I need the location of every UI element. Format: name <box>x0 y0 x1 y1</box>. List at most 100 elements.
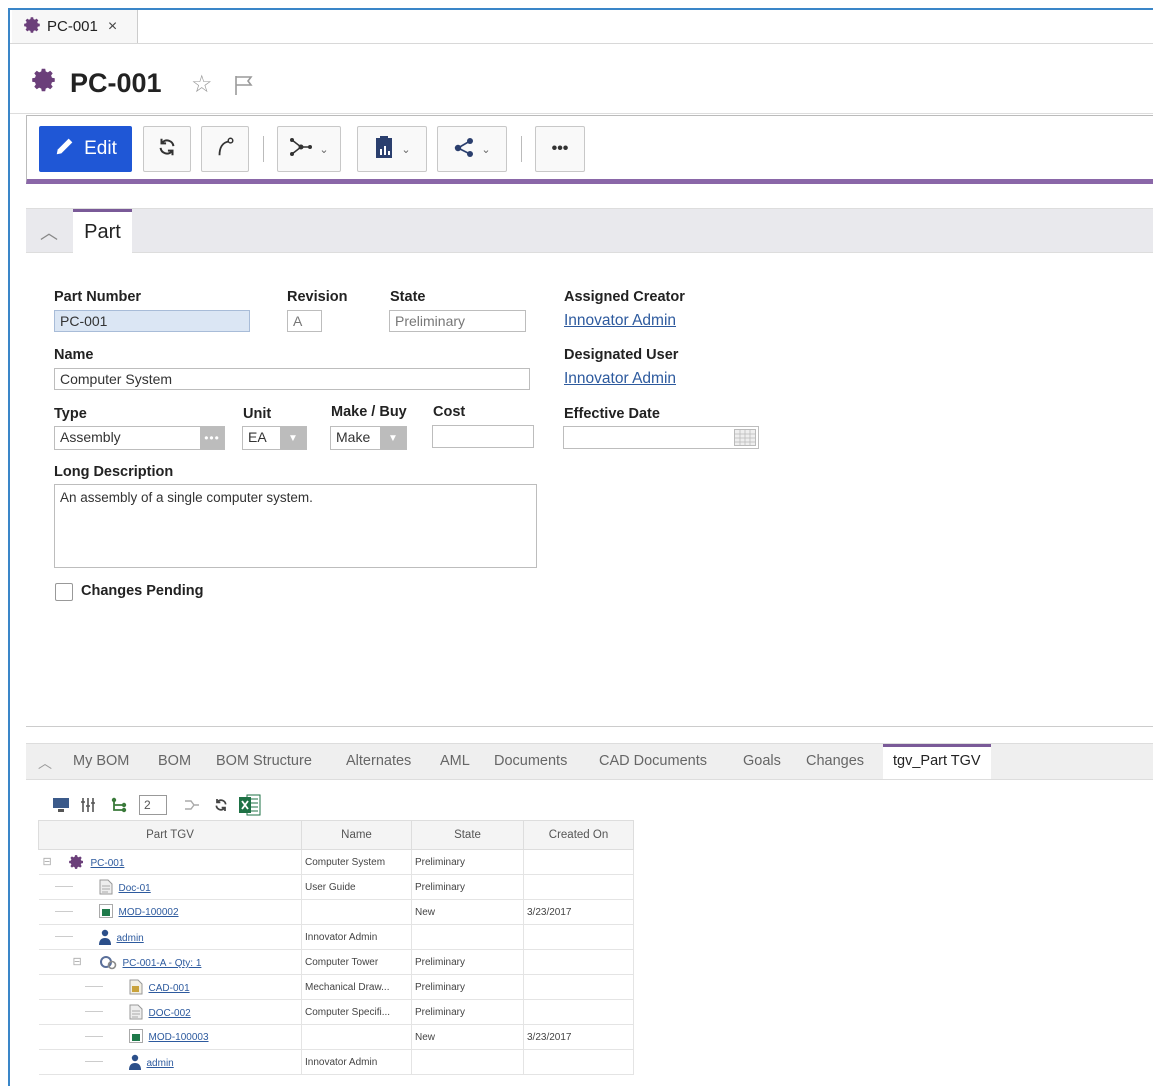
table-row[interactable]: Doc-01 User Guide Preliminary <box>38 874 634 900</box>
name-cell <box>301 1024 412 1050</box>
table-row[interactable]: admin Innovator Admin <box>38 924 634 950</box>
column-header-state[interactable]: State <box>411 820 524 850</box>
item-link[interactable]: admin <box>147 1058 174 1069</box>
tab-bom[interactable]: BOM <box>158 753 191 769</box>
effective-date-field[interactable] <box>563 426 759 449</box>
item-link[interactable]: admin <box>117 933 144 944</box>
document-icon <box>129 1004 143 1023</box>
state-cell: Preliminary <box>411 974 524 1000</box>
revision-label: Revision <box>287 289 348 305</box>
created-on-cell <box>523 949 634 975</box>
table-row[interactable]: admin Innovator Admin <box>38 1049 634 1075</box>
type-field[interactable]: Assembly ••• <box>54 426 225 450</box>
cost-label: Cost <box>433 404 466 420</box>
collapse-row-icon[interactable]: ⊟ <box>73 955 82 968</box>
name-cell: Computer System <box>301 849 412 875</box>
lifecycle-button[interactable] <box>201 126 249 172</box>
close-icon[interactable]: × <box>108 18 117 36</box>
tab-changes[interactable]: Changes <box>806 753 864 769</box>
structure-view-button[interactable]: ⌄ <box>277 126 341 172</box>
tab-my-bom[interactable]: My BOM <box>73 753 129 769</box>
calendar-icon[interactable] <box>734 429 756 448</box>
tab-aml[interactable]: AML <box>440 753 470 769</box>
changes-pending-checkbox[interactable] <box>55 583 73 601</box>
created-on-cell: 3/23/2017 <box>523 1024 634 1050</box>
item-link[interactable]: Doc-01 <box>119 883 151 894</box>
type-label: Type <box>54 406 87 422</box>
columns-icon[interactable] <box>78 792 98 818</box>
tree-icon[interactable] <box>108 792 130 818</box>
unit-select[interactable]: EA ▼ <box>242 426 307 450</box>
item-link[interactable]: PC-001-A - Qty: 1 <box>123 958 202 969</box>
table-row[interactable]: CAD-001 Mechanical Draw... Preliminary <box>38 974 634 1000</box>
table-row[interactable]: MOD-100003 New 3/23/2017 <box>38 1024 634 1050</box>
chevron-up-icon[interactable]: ︿ <box>38 753 52 773</box>
reports-button[interactable]: ⌄ <box>357 126 427 172</box>
model-icon <box>98 904 113 921</box>
tab-tgv-part-tgv[interactable]: tgv_Part TGV <box>883 744 991 779</box>
monitor-icon[interactable] <box>50 792 72 818</box>
tab-bom-structure[interactable]: BOM Structure <box>216 753 312 769</box>
designated-user-label: Designated User <box>564 347 679 363</box>
revision-field[interactable]: A <box>287 310 322 332</box>
collapse-icon[interactable] <box>182 792 202 818</box>
part-tgv-cell: MOD-100002 <box>38 899 302 925</box>
part-tgv-cell: Doc-01 <box>38 874 302 900</box>
name-cell <box>301 899 412 925</box>
chevron-down-icon[interactable]: ▼ <box>280 427 306 449</box>
excel-export-icon[interactable] <box>238 792 262 818</box>
ellipsis-icon[interactable]: ••• <box>200 427 224 449</box>
levels-input[interactable]: 2 <box>136 792 170 818</box>
item-link[interactable]: MOD-100002 <box>119 907 179 918</box>
tab-cad-documents[interactable]: CAD Documents <box>599 753 707 769</box>
document-icon <box>99 879 113 898</box>
table-row[interactable]: ⊟ PC-001-A - Qty: 1 Computer Tower Prelimin… <box>38 949 634 975</box>
assigned-creator-link[interactable]: Innovator Admin <box>564 312 676 330</box>
item-title-bar: PC-001 ☆ <box>10 43 1153 114</box>
share-button[interactable]: ⌄ <box>437 126 507 172</box>
column-header-part-tgv[interactable]: Part TGV <box>38 820 302 850</box>
more-actions-button[interactable]: ••• <box>535 126 585 172</box>
item-link[interactable]: MOD-100003 <box>149 1032 209 1043</box>
column-header-name[interactable]: Name <box>301 820 412 850</box>
effective-date-label: Effective Date <box>564 406 660 422</box>
name-field[interactable]: Computer System <box>54 368 530 390</box>
part-number-field[interactable]: PC-001 <box>54 310 250 332</box>
tab-documents[interactable]: Documents <box>494 753 567 769</box>
edit-button-label: Edit <box>84 138 117 159</box>
item-link[interactable]: DOC-002 <box>149 1008 191 1019</box>
chevron-up-icon[interactable]: ︿ <box>40 219 58 245</box>
created-on-cell <box>523 999 634 1025</box>
tree-connector <box>54 936 73 937</box>
unit-value: EA <box>248 429 267 445</box>
collapse-row-icon[interactable]: ⊟ <box>43 855 52 868</box>
long-description-field[interactable]: An assembly of a single computer system. <box>54 484 537 568</box>
document-tab[interactable]: PC-001 × <box>12 10 138 43</box>
item-toolbar: Edit ⌄ ⌄ ⌄ ••• <box>26 115 1153 184</box>
created-on-cell <box>523 974 634 1000</box>
column-header-created-on[interactable]: Created On <box>523 820 634 850</box>
edit-button[interactable]: Edit <box>39 126 132 172</box>
refresh-button[interactable] <box>143 126 191 172</box>
item-link[interactable]: PC-001 <box>91 858 125 869</box>
cost-field[interactable] <box>432 425 534 448</box>
item-link[interactable]: CAD-001 <box>149 983 190 994</box>
name-cell: User Guide <box>301 874 412 900</box>
chevron-down-icon[interactable]: ▼ <box>380 427 406 449</box>
tab-part[interactable]: Part <box>73 209 132 253</box>
designated-user-link[interactable]: Innovator Admin <box>564 370 676 388</box>
tab-alternates[interactable]: Alternates <box>346 753 411 769</box>
document-tab-bar: PC-001 × <box>10 10 1153 44</box>
table-row[interactable]: ⊟ PC-001 Computer System Preliminary <box>38 849 634 875</box>
make-buy-select[interactable]: Make ▼ <box>330 426 407 450</box>
table-row[interactable]: MOD-100002 New 3/23/2017 <box>38 899 634 925</box>
table-row[interactable]: DOC-002 Computer Specifi... Preliminary <box>38 999 634 1025</box>
star-icon[interactable]: ☆ <box>191 70 213 99</box>
share-icon <box>453 136 475 163</box>
flag-icon[interactable] <box>232 73 256 102</box>
created-on-cell <box>523 849 634 875</box>
state-field[interactable]: Preliminary <box>389 310 526 332</box>
unit-label: Unit <box>243 406 272 422</box>
refresh-icon[interactable] <box>210 792 232 818</box>
tab-goals[interactable]: Goals <box>743 753 781 769</box>
